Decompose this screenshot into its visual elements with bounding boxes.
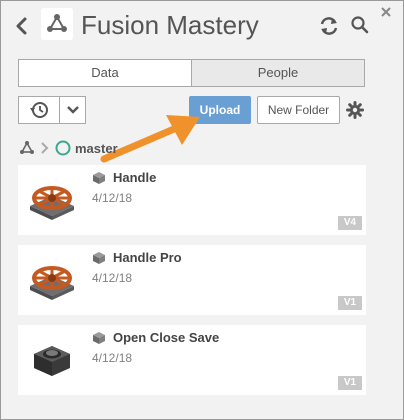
search-button[interactable] — [350, 15, 370, 35]
version-badge: V4 — [338, 216, 362, 230]
chevron-right-icon — [41, 142, 49, 154]
panel-header: Fusion Mastery — [1, 1, 403, 51]
view-tabs: Data People — [18, 59, 365, 87]
fusion-hub-icon — [47, 14, 67, 32]
tab-data[interactable]: Data — [19, 60, 191, 86]
gear-icon — [346, 101, 364, 119]
fusion-hub-icon — [20, 141, 34, 154]
valve-handle-thumbnail — [30, 266, 74, 300]
design-file-icon — [93, 332, 105, 344]
history-dropdown[interactable] — [59, 97, 85, 123]
file-thumbnail — [18, 325, 86, 395]
refresh-button[interactable] — [318, 15, 340, 37]
file-thumbnail — [18, 245, 86, 315]
settings-button[interactable] — [346, 101, 364, 119]
tab-people[interactable]: People — [191, 60, 364, 86]
refresh-icon — [320, 17, 338, 35]
back-button[interactable] — [13, 14, 31, 38]
project-icon — [41, 8, 73, 40]
design-file-icon — [93, 252, 105, 264]
close-icon — [381, 7, 391, 17]
file-name: Handle — [113, 170, 157, 185]
file-card[interactable]: Handle 4/12/18 V4 — [18, 165, 366, 235]
page-title: Fusion Mastery — [81, 10, 259, 40]
design-file-icon — [93, 172, 105, 184]
breadcrumb-label: master — [75, 140, 118, 156]
new-folder-button[interactable]: New Folder — [257, 96, 340, 124]
version-badge: V1 — [338, 376, 362, 390]
history-control — [18, 96, 86, 124]
file-name: Open Close Save — [113, 330, 220, 345]
breadcrumb-hub[interactable] — [19, 140, 35, 156]
history-button[interactable] — [19, 97, 59, 123]
close-button[interactable] — [379, 5, 393, 19]
search-icon — [351, 16, 369, 34]
version-badge: V1 — [338, 296, 362, 310]
file-date: 4/12/18 — [92, 191, 133, 205]
chevron-down-icon — [66, 106, 79, 114]
file-name: Handle Pro — [113, 250, 182, 265]
breadcrumb-master[interactable]: master — [55, 140, 118, 156]
file-date: 4/12/18 — [92, 351, 133, 365]
file-card[interactable]: Open Close Save 4/12/18 V1 — [18, 325, 366, 395]
chevron-left-icon — [16, 17, 27, 35]
file-card[interactable]: Handle Pro 4/12/18 V1 — [18, 245, 366, 315]
data-panel: Fusion Mastery Data People Upload New Fo… — [0, 0, 404, 420]
valve-handle-thumbnail — [30, 186, 74, 220]
folder-circle-icon — [55, 140, 71, 156]
history-icon — [30, 102, 48, 118]
hex-nut-thumbnail — [34, 346, 70, 376]
file-date: 4/12/18 — [92, 271, 133, 285]
file-thumbnail — [18, 165, 86, 235]
upload-button[interactable]: Upload — [189, 96, 251, 124]
breadcrumb: master — [19, 139, 118, 157]
